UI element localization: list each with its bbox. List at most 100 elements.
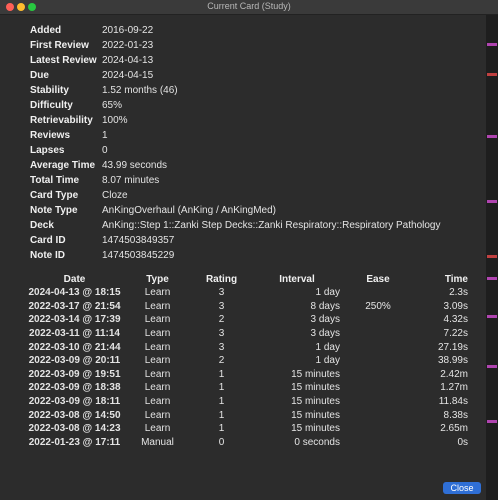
review-interval: 8 days: [310, 300, 340, 312]
stat-row: Note Type AnKingOverhaul (AnKing / AnKing…: [30, 203, 441, 218]
review-ease: [344, 381, 412, 395]
stat-row: Total Time 8.07 minutes: [30, 173, 441, 188]
stat-value: 100%: [102, 115, 128, 126]
review-rating: 1: [218, 409, 225, 421]
stat-label: Retrievability: [30, 115, 93, 126]
review-row: 2022-03-09 @ 19:51 Learn 1 15 minutes 2.42m: [23, 368, 468, 382]
review-interval: 15 minutes: [291, 382, 340, 394]
review-ease: [344, 436, 412, 450]
stat-label: Difficulty: [30, 100, 73, 111]
review-type: Learn: [144, 368, 171, 380]
review-date: 2022-03-09 @ 18:11: [28, 396, 121, 408]
background-window-edge: [486, 15, 498, 500]
review-rating: 1: [218, 382, 225, 394]
stat-value: 43.99 seconds: [102, 160, 168, 171]
review-interval: 0 seconds: [294, 436, 340, 448]
review-ease: [344, 313, 412, 327]
stat-label: Stability: [30, 85, 69, 96]
review-date: 2022-03-17 @ 21:54: [28, 300, 121, 312]
review-date: 2022-01-23 @ 17:11: [28, 436, 121, 448]
stat-row: Reviews 1: [30, 128, 441, 143]
review-date: 2022-03-08 @ 14:50: [28, 409, 121, 421]
review-interval: 15 minutes: [291, 368, 340, 380]
stat-value: 2024-04-15: [102, 70, 154, 81]
review-ease: [344, 340, 412, 354]
review-time: 8.38s: [443, 409, 468, 421]
header-date: Date: [63, 273, 86, 285]
review-row: 2022-03-17 @ 21:54 Learn 3 8 days 250% 3.09s: [23, 300, 468, 314]
header-type: Type: [146, 273, 169, 285]
stat-row: Average Time 43.99 seconds: [30, 158, 441, 173]
stat-value: 2022-01-23: [102, 40, 154, 51]
review-interval: 15 minutes: [291, 409, 340, 421]
stat-row: Note ID 1474503845229: [30, 248, 441, 263]
review-time: 38.99s: [437, 355, 468, 367]
stat-row: Card Type Cloze: [30, 188, 441, 203]
stat-value: 2016-09-22: [102, 25, 154, 36]
review-time: 27.19s: [437, 341, 468, 353]
review-ease: [344, 354, 412, 368]
review-row: 2022-03-11 @ 11:14 Learn 3 3 days 7.22s: [23, 327, 468, 341]
stat-value: 0: [102, 145, 108, 156]
stat-value: 2024-04-13: [102, 55, 154, 66]
stat-row: Deck AnKing::Step 1::Zanki Step Decks::Za…: [30, 218, 441, 233]
review-type: Learn: [144, 341, 171, 353]
stat-label: Reviews: [30, 130, 71, 141]
review-rating: 3: [218, 341, 225, 353]
review-row: 2024-04-13 @ 18:15 Learn 3 1 day 2.3s: [23, 286, 468, 300]
stat-value: 1.52 months (46): [102, 85, 178, 96]
close-button[interactable]: Close: [443, 482, 481, 494]
stat-value: 65%: [102, 100, 123, 111]
header-ease: Ease: [366, 273, 390, 285]
review-rating: 3: [218, 300, 225, 312]
review-type: Learn: [144, 287, 171, 299]
review-date: 2022-03-11 @ 11:14: [29, 328, 120, 340]
stat-label: Added: [30, 25, 62, 36]
review-type: Manual: [141, 436, 174, 448]
review-interval: 1 day: [315, 341, 340, 353]
stat-value: 1: [102, 130, 108, 141]
stat-label: Latest Review: [30, 55, 97, 66]
review-row: 2022-03-10 @ 21:44 Learn 3 1 day 27.19s: [23, 340, 468, 354]
review-interval: 15 minutes: [291, 423, 340, 435]
review-time: 0s: [457, 436, 468, 448]
review-date: 2022-03-09 @ 19:51: [28, 368, 121, 380]
review-row: 2022-03-09 @ 18:38 Learn 1 15 minutes 1.27m: [23, 381, 468, 395]
review-row: 2022-03-08 @ 14:50 Learn 1 15 minutes 8.38s: [23, 408, 468, 422]
review-type: Learn: [144, 300, 171, 312]
review-time: 2.3s: [449, 287, 468, 299]
stat-label: Note Type: [30, 205, 78, 216]
review-interval: 1 day: [315, 287, 340, 299]
review-rating: 2: [218, 355, 225, 367]
header-time: Time: [444, 273, 468, 285]
review-rating: 2: [218, 314, 225, 326]
review-ease: [344, 286, 412, 300]
review-time: 11.84s: [438, 396, 468, 408]
review-row: 2022-03-08 @ 14:23 Learn 1 15 minutes 2.65m: [23, 422, 468, 436]
review-ease: [344, 408, 412, 422]
stat-row: Difficulty 65%: [30, 98, 441, 113]
review-log-header: Date Type Rating Interval Ease Time: [23, 272, 468, 286]
title-bar: Current Card (Study): [0, 0, 498, 15]
stat-label: First Review: [30, 40, 89, 51]
review-type: Learn: [144, 314, 171, 326]
review-time: 2.42m: [440, 368, 468, 380]
stat-row: First Review 2022-01-23: [30, 38, 441, 53]
review-date: 2022-03-10 @ 21:44: [28, 341, 121, 353]
review-interval: 15 minutes: [291, 396, 340, 408]
review-type: Learn: [144, 423, 171, 435]
stat-value: AnKing::Step 1::Zanki Step Decks::Zanki …: [102, 220, 441, 231]
review-ease: [344, 395, 412, 409]
review-date: 2022-03-09 @ 20:11: [28, 355, 121, 367]
stat-row: Stability 1.52 months (46): [30, 83, 441, 98]
review-date: 2022-03-08 @ 14:23: [28, 423, 121, 435]
review-interval: 1 day: [315, 355, 340, 367]
stat-label: Due: [30, 70, 49, 81]
stat-label: Card ID: [30, 235, 66, 246]
stat-label: Lapses: [30, 145, 65, 156]
stat-value: Cloze: [102, 190, 128, 201]
stat-label: Card Type: [30, 190, 79, 201]
stat-value: 8.07 minutes: [102, 175, 160, 186]
review-rating: 3: [218, 328, 225, 340]
card-stats-list: Added 2016-09-22 First Review 2022-01-23 Lat…: [30, 23, 441, 263]
